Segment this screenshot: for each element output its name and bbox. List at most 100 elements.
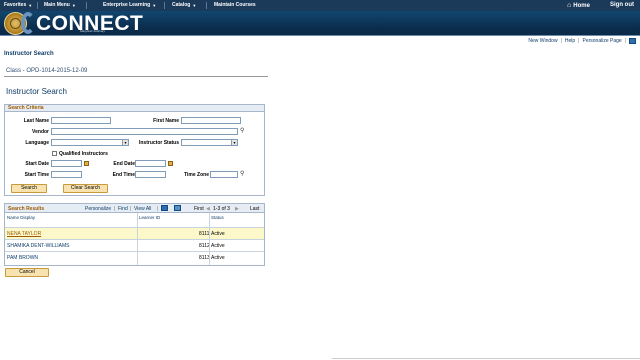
column-header-name[interactable]: Name Display <box>7 215 35 220</box>
maintain-courses-label: Maintain Courses <box>214 2 256 8</box>
chevron-down-icon: ▾ <box>122 140 128 145</box>
search-criteria-title: Search Criteria <box>5 105 264 112</box>
end-date-label: End Date <box>113 161 135 167</box>
catalog-label: Catalog <box>172 2 191 8</box>
section-heading: Instructor Search <box>6 87 67 96</box>
qualified-instructors-checkbox[interactable] <box>52 151 57 156</box>
personalize-link[interactable]: Personalize <box>85 206 111 212</box>
instructor-status-select[interactable]: ▾ <box>181 139 238 146</box>
status: Active <box>211 243 225 249</box>
status: Active <box>211 231 225 237</box>
start-date-label: Start Date <box>25 161 49 167</box>
logo-swoosh-icon <box>21 12 35 34</box>
nav-divider <box>164 2 165 9</box>
new-window-link[interactable]: New Window <box>528 38 557 44</box>
previous-arrow-icon: ◀ <box>206 206 210 212</box>
instructor-status-label: Instructor Status <box>138 140 179 146</box>
chevron-down-icon: ▼ <box>71 2 76 8</box>
start-date-input[interactable] <box>51 160 82 167</box>
table-row[interactable]: SHAMIKA DENT-WILLIAMS 8112 Active <box>5 239 264 251</box>
last-name-input[interactable] <box>51 117 111 124</box>
favorites-label: Favorites <box>4 2 27 8</box>
divider <box>332 358 640 359</box>
divider: | <box>560 38 562 44</box>
vendor-label: Vendor <box>32 129 49 135</box>
main-menu-label: Main Menu <box>44 2 70 8</box>
page-options-icon[interactable] <box>629 38 636 44</box>
divider: | <box>130 206 132 212</box>
logo-subtitle: Maryland Judiciary <box>80 29 106 33</box>
chevron-down-icon: ▼ <box>152 2 157 8</box>
end-time-label: End Time <box>112 172 135 178</box>
vendor-input[interactable] <box>51 128 238 135</box>
cancel-button[interactable]: Cancel <box>5 268 49 277</box>
calendar-icon[interactable] <box>84 161 89 166</box>
house-icon: ⌂ <box>567 2 572 9</box>
search-button[interactable]: Search <box>11 184 47 193</box>
class-identifier: Class - OPD-1014-2015-12-09 <box>6 68 88 74</box>
nav-divider <box>86 2 87 9</box>
table-row[interactable]: PAM BROWN 8113 Active <box>5 251 264 263</box>
start-time-label: Start Time <box>24 172 49 178</box>
end-date-input[interactable] <box>135 160 166 167</box>
home-label: Home <box>573 2 590 9</box>
divider: | <box>114 206 116 212</box>
branding-banner: CONNECT Maryland Judiciary <box>0 11 640 36</box>
first-name-input[interactable] <box>181 117 241 124</box>
end-time-input[interactable] <box>135 171 166 178</box>
catalog-menu[interactable]: Catalog ▼ <box>172 2 196 8</box>
search-criteria-panel: Search Criteria Last Name First Name Ven… <box>4 104 265 196</box>
search-lookup-icon[interactable]: ⚲ <box>240 170 244 177</box>
divider: | <box>578 38 580 44</box>
divider <box>4 76 268 77</box>
enterprise-learning-label: Enterprise Learning <box>103 2 151 8</box>
first-name-label: First Name <box>153 118 179 124</box>
last-name-label: Last Name <box>23 118 49 124</box>
search-lookup-icon[interactable]: ⚲ <box>240 127 244 134</box>
language-label: Language <box>25 140 49 146</box>
qualified-instructors-label: Qualified Instructors <box>59 151 108 157</box>
divider: | <box>157 206 159 212</box>
name-link[interactable]: PAM BROWN <box>7 255 38 261</box>
time-zone-input[interactable] <box>210 171 238 178</box>
top-nav-bar: Favorites ▼ Main Menu ▼ Enterprise Learnin… <box>0 0 640 11</box>
next-arrow-icon: ▶ <box>235 206 239 212</box>
start-time-input[interactable] <box>51 171 82 178</box>
maintain-courses-menu[interactable]: Maintain Courses <box>214 2 256 8</box>
favorites-menu[interactable]: Favorites ▼ <box>4 2 32 8</box>
personalize-page-link[interactable]: Personalize Page <box>582 38 621 44</box>
name-link[interactable]: SHAMIKA DENT-WILLIAMS <box>7 243 70 249</box>
chevron-down-icon: ▾ <box>231 140 237 145</box>
chevron-down-icon: ▼ <box>28 2 33 8</box>
download-icon[interactable] <box>161 205 168 211</box>
main-menu[interactable]: Main Menu ▼ <box>44 2 76 8</box>
table-row[interactable]: NENA TAYLOR 8111 Active <box>5 227 264 239</box>
sign-out-label: Sign out <box>610 2 634 8</box>
enterprise-learning-menu[interactable]: Enterprise Learning ▼ <box>103 2 156 8</box>
first-link: First <box>194 206 204 212</box>
nav-divider <box>206 2 207 9</box>
clear-search-button[interactable]: Clear Search <box>63 184 108 193</box>
row-range: 1-3 of 3 <box>213 206 230 212</box>
calendar-icon[interactable] <box>168 161 173 166</box>
grid-header: Search Results Personalize | Find | View… <box>5 204 264 213</box>
learner-id: 8111 <box>199 231 210 237</box>
language-select[interactable]: ▾ <box>51 139 129 146</box>
chevron-down-icon: ▼ <box>192 2 197 8</box>
column-header-learner-id[interactable]: Learner ID <box>139 215 160 220</box>
column-header-status[interactable]: Status <box>211 215 224 220</box>
nav-divider <box>37 2 38 9</box>
find-link[interactable]: Find <box>118 206 128 212</box>
sign-out-link[interactable]: Sign out <box>610 2 634 8</box>
page-title: Instructor Search <box>4 51 54 57</box>
divider: | <box>624 38 626 44</box>
search-results-grid: Search Results Personalize | Find | View… <box>4 203 265 266</box>
help-link[interactable]: Help <box>565 38 575 44</box>
view-all-link[interactable]: View All <box>134 206 151 212</box>
zoom-icon[interactable] <box>174 205 181 211</box>
last-link: Last <box>250 206 260 212</box>
time-zone-label: Time Zone <box>184 172 209 178</box>
home-link[interactable]: ⌂ Home <box>567 2 590 9</box>
name-link[interactable]: NENA TAYLOR <box>7 231 41 237</box>
search-results-title: Search Results <box>8 206 45 212</box>
